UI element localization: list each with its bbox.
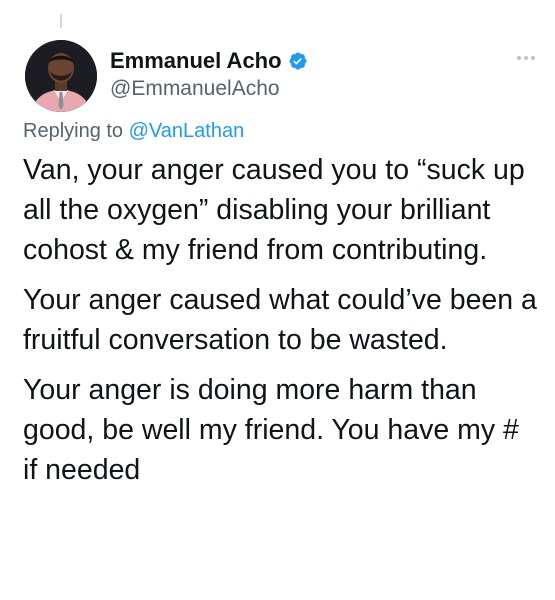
author-name-row: Emmanuel Acho: [110, 47, 308, 75]
author-display-name[interactable]: Emmanuel Acho: [110, 48, 282, 74]
tweet-paragraph: Your anger is doing more harm than good,…: [23, 374, 519, 486]
more-options-icon[interactable]: [517, 56, 535, 60]
replying-to-label: Replying to: [23, 120, 124, 142]
tweet-body: Van, your anger caused you to “suck up a…: [23, 150, 538, 500]
avatar-image: [25, 40, 97, 112]
more-dot: [517, 56, 521, 60]
tweet-card: Emmanuel Acho @EmmanuelAcho Replying to …: [0, 0, 555, 600]
more-dot: [524, 56, 528, 60]
author-handle[interactable]: @EmmanuelAcho: [110, 77, 308, 101]
verified-badge-icon: [288, 51, 308, 71]
tweet-paragraph: Your anger caused what could’ve been a f…: [23, 284, 537, 356]
avatar[interactable]: [25, 40, 97, 112]
author-info: Emmanuel Acho @EmmanuelAcho: [110, 47, 308, 101]
tweet-paragraph: Van, your anger caused you to “suck up a…: [23, 154, 525, 266]
reply-target-link[interactable]: @VanLathan: [129, 120, 245, 142]
replying-to-line: Replying to @VanLathan: [23, 120, 244, 143]
more-dot: [531, 56, 535, 60]
thread-connector-line: [60, 14, 62, 28]
